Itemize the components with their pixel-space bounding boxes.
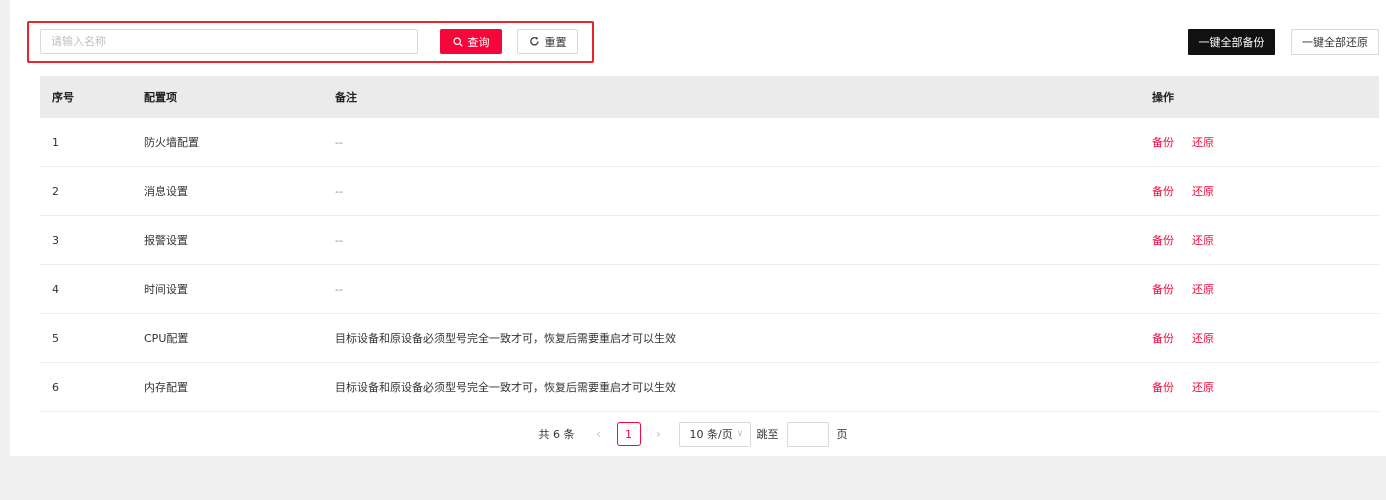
reset-button[interactable]: 重置 bbox=[517, 29, 578, 54]
backup-all-button[interactable]: 一键全部备份 bbox=[1188, 29, 1275, 55]
table-row: 5 CPU配置 目标设备和原设备必须型号完全一致才可，恢复后需要重启才可以生效 … bbox=[40, 314, 1379, 363]
search-input[interactable] bbox=[40, 29, 418, 54]
row-name: 消息设置 bbox=[144, 185, 188, 198]
restore-link[interactable]: 还原 bbox=[1192, 281, 1214, 297]
config-table: 序号 配置项 备注 操作 1 防火墙配置 -- 备份 还原 2 消息设置 -- … bbox=[40, 76, 1379, 412]
table-header: 序号 配置项 备注 操作 bbox=[40, 76, 1379, 118]
row-actions: 备份 还原 bbox=[1152, 183, 1379, 199]
row-name: 报警设置 bbox=[144, 234, 188, 247]
restore-link[interactable]: 还原 bbox=[1192, 183, 1214, 199]
row-index: 2 bbox=[52, 184, 59, 198]
table-row: 1 防火墙配置 -- 备份 还原 bbox=[40, 118, 1379, 167]
backup-link[interactable]: 备份 bbox=[1152, 183, 1174, 199]
search-icon bbox=[452, 36, 463, 47]
next-page-icon[interactable]: › bbox=[649, 427, 669, 441]
row-note: 目标设备和原设备必须型号完全一致才可，恢复后需要重启才可以生效 bbox=[335, 332, 676, 345]
reset-button-label: 重置 bbox=[544, 35, 567, 49]
row-note: -- bbox=[335, 135, 343, 149]
row-index: 4 bbox=[52, 282, 59, 296]
restore-link[interactable]: 还原 bbox=[1192, 232, 1214, 248]
row-note: -- bbox=[335, 282, 343, 296]
table-row: 6 内存配置 目标设备和原设备必须型号完全一致才可，恢复后需要重启才可以生效 备… bbox=[40, 363, 1379, 412]
row-actions: 备份 还原 bbox=[1152, 379, 1379, 395]
query-button-label: 查询 bbox=[467, 35, 490, 49]
restore-link[interactable]: 还原 bbox=[1192, 379, 1214, 395]
row-name: CPU配置 bbox=[144, 332, 189, 345]
backup-link[interactable]: 备份 bbox=[1152, 281, 1174, 297]
backup-link[interactable]: 备份 bbox=[1152, 330, 1174, 346]
jump-page-input[interactable] bbox=[786, 421, 829, 447]
restore-link[interactable]: 还原 bbox=[1192, 330, 1214, 346]
row-index: 1 bbox=[52, 135, 59, 149]
query-button[interactable]: 查询 bbox=[440, 29, 502, 54]
table-row: 4 时间设置 -- 备份 还原 bbox=[40, 265, 1379, 314]
page-number-button[interactable]: 1 bbox=[616, 422, 641, 446]
row-name: 时间设置 bbox=[144, 283, 188, 296]
row-actions: 备份 还原 bbox=[1152, 134, 1379, 150]
table-row: 2 消息设置 -- 备份 还原 bbox=[40, 167, 1379, 216]
backup-link[interactable]: 备份 bbox=[1152, 134, 1174, 150]
header-operation: 操作 bbox=[1152, 91, 1174, 104]
table-row: 3 报警设置 -- 备份 还原 bbox=[40, 216, 1379, 265]
chevron-down-icon: ∨ bbox=[736, 429, 744, 439]
backup-link[interactable]: 备份 bbox=[1152, 379, 1174, 395]
restore-all-button[interactable]: 一键全部还原 bbox=[1291, 29, 1379, 55]
header-name: 配置项 bbox=[144, 91, 177, 104]
jump-label: 跳至 bbox=[756, 428, 779, 441]
restore-link[interactable]: 还原 bbox=[1192, 134, 1214, 150]
row-actions: 备份 还原 bbox=[1152, 281, 1379, 297]
page-size-select[interactable]: 10 条/页 ∨ bbox=[678, 421, 751, 447]
row-index: 5 bbox=[52, 331, 59, 345]
row-actions: 备份 还原 bbox=[1152, 232, 1379, 248]
pagination: 共 6 条 ‹ 1 › 10 条/页 ∨ 跳至 页 bbox=[0, 419, 1386, 449]
refresh-icon bbox=[529, 36, 539, 46]
row-actions: 备份 还原 bbox=[1152, 330, 1379, 346]
row-name: 防火墙配置 bbox=[144, 136, 199, 149]
row-index: 3 bbox=[52, 233, 59, 247]
pagination-total: 共 6 条 bbox=[538, 428, 575, 441]
prev-page-icon[interactable]: ‹ bbox=[589, 427, 609, 441]
row-name: 内存配置 bbox=[144, 381, 188, 394]
row-note: 目标设备和原设备必须型号完全一致才可，恢复后需要重启才可以生效 bbox=[335, 381, 676, 394]
header-note: 备注 bbox=[335, 91, 357, 104]
header-index: 序号 bbox=[52, 91, 74, 104]
page-size-value: 10 条/页 bbox=[689, 428, 733, 441]
row-note: -- bbox=[335, 184, 343, 198]
page-unit-label: 页 bbox=[836, 428, 848, 441]
backup-link[interactable]: 备份 bbox=[1152, 232, 1174, 248]
row-index: 6 bbox=[52, 380, 59, 394]
row-note: -- bbox=[335, 233, 343, 247]
